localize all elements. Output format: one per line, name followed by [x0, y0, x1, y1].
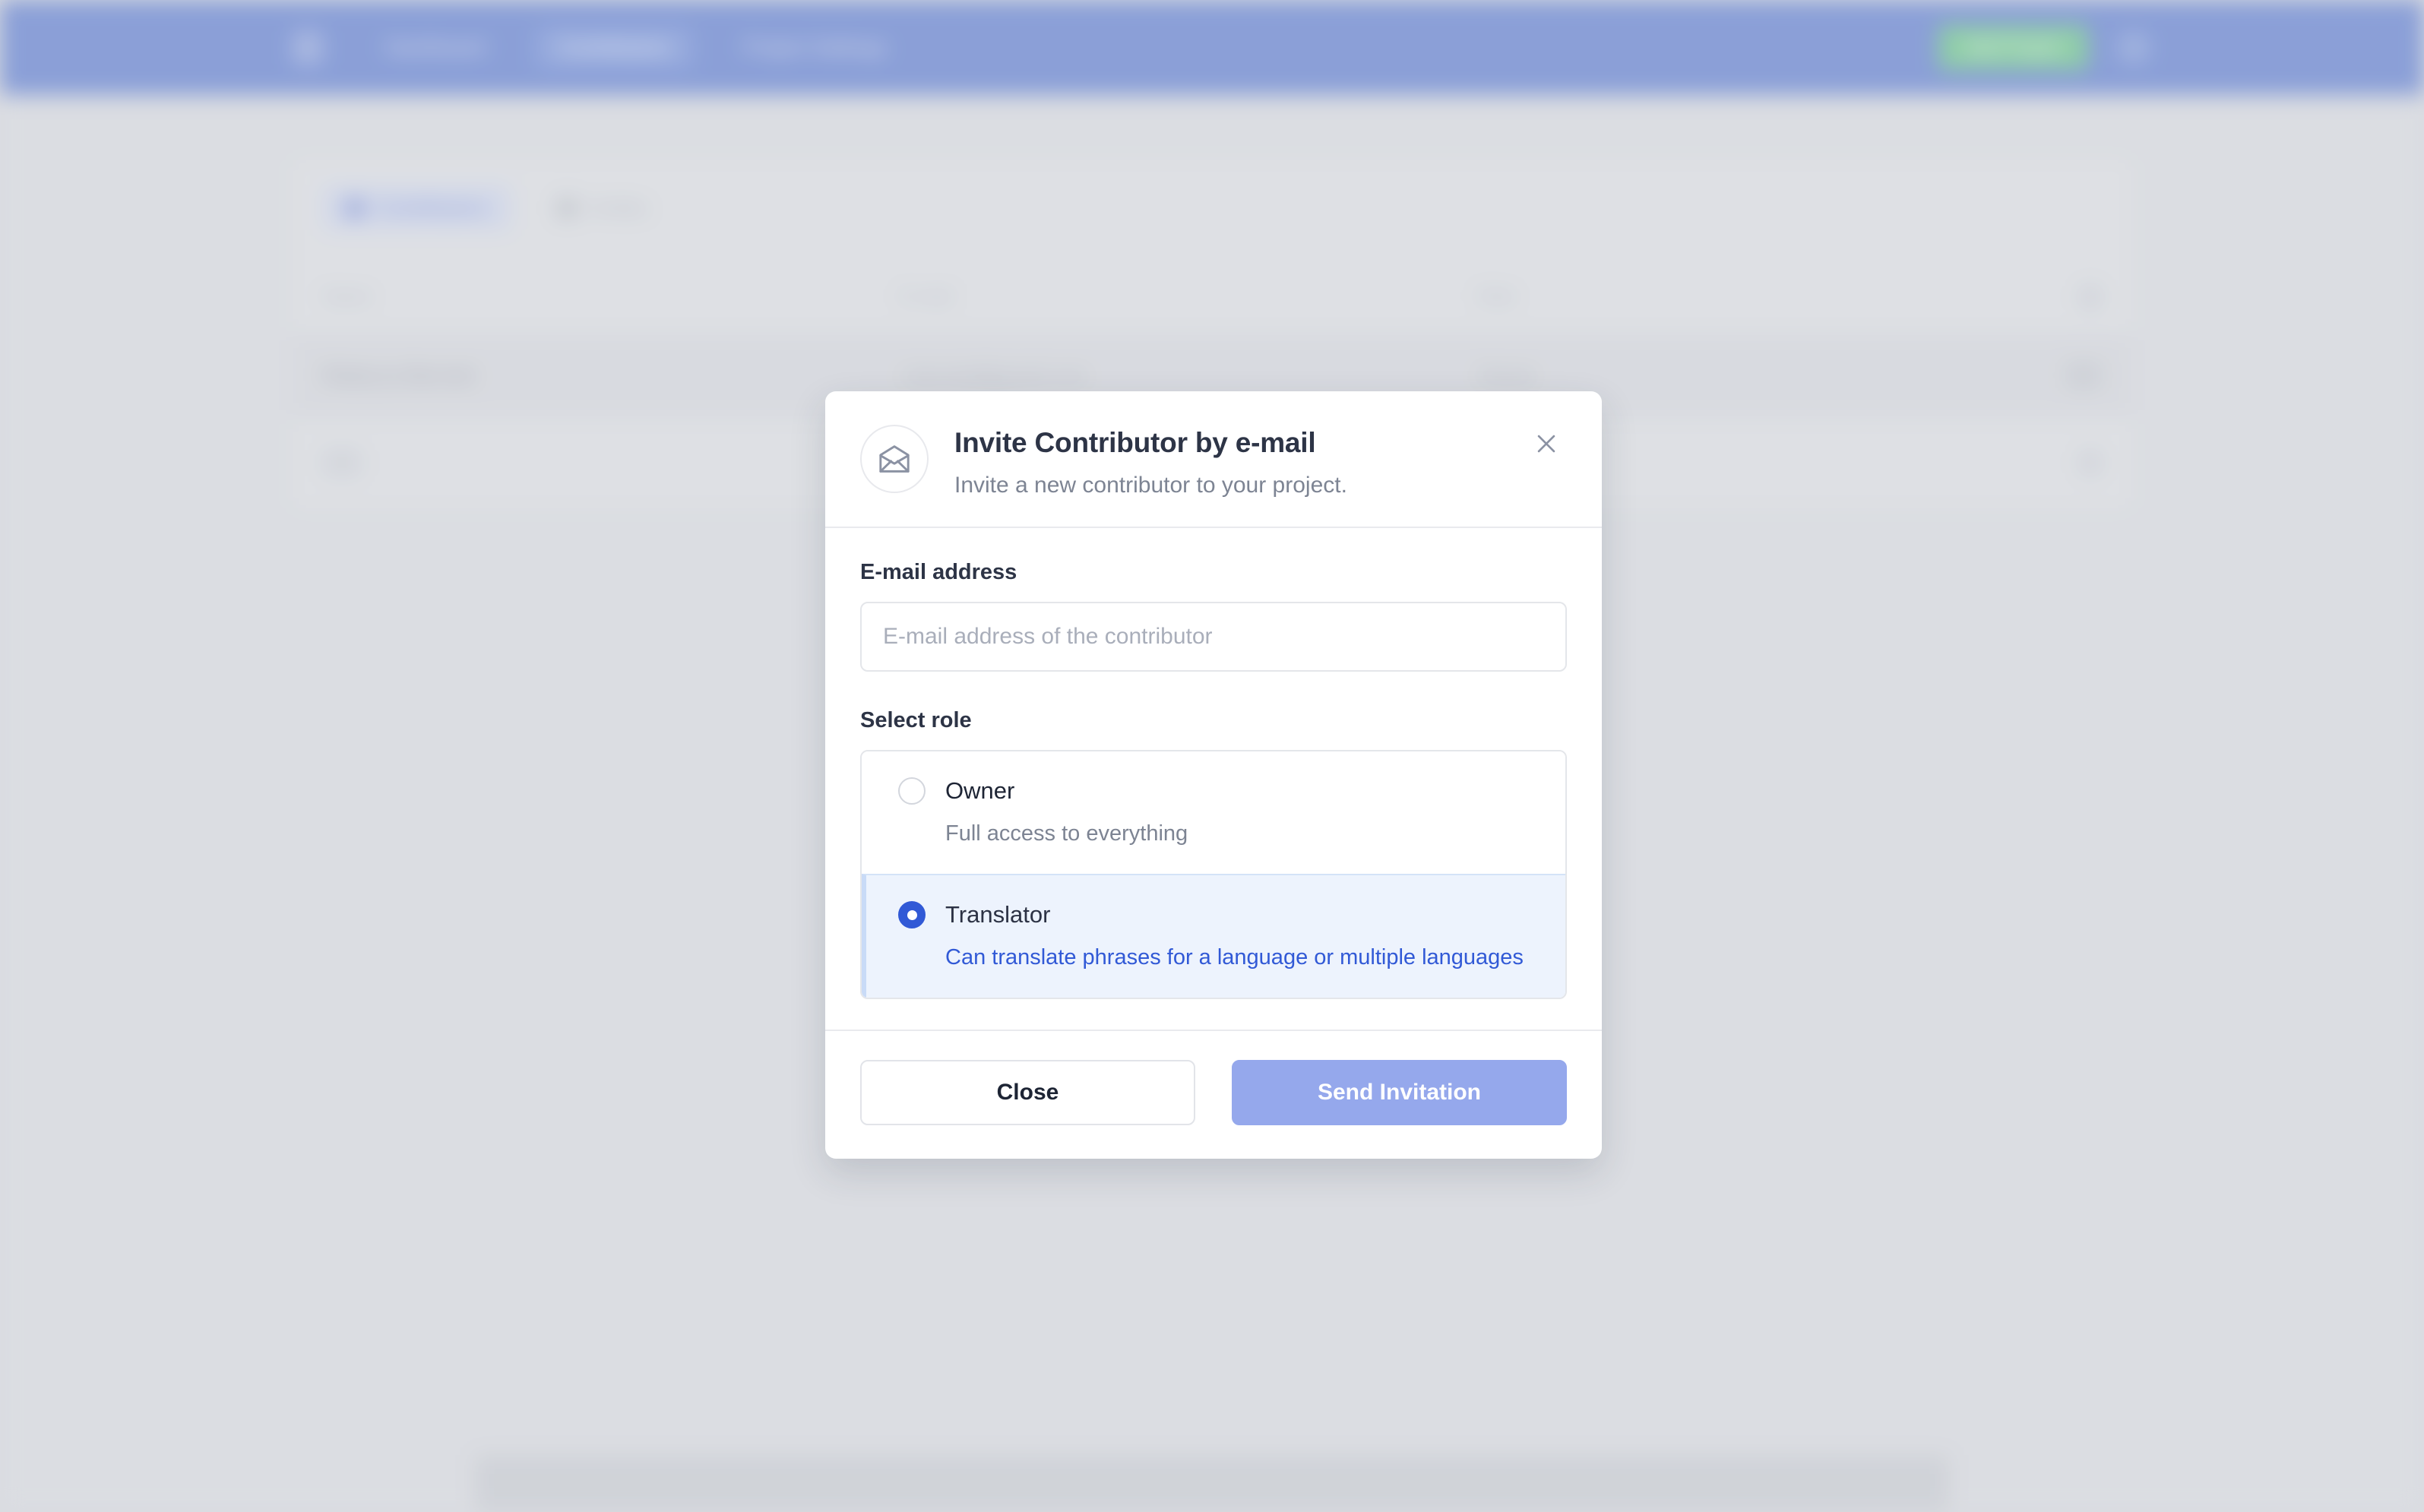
- modal-body: E-mail address Select role Owner Full ac…: [825, 528, 1602, 1030]
- radio-translator[interactable]: [898, 901, 926, 928]
- radio-owner[interactable]: [898, 777, 926, 805]
- role-translator-label: Translator: [945, 901, 1050, 928]
- modal-header-text: Invite Contributor by e-mail Invite a ne…: [954, 423, 1347, 498]
- select-role-label: Select role: [860, 708, 1567, 733]
- modal-header: Invite Contributor by e-mail Invite a ne…: [825, 391, 1602, 528]
- close-button[interactable]: Close: [860, 1060, 1195, 1125]
- email-field[interactable]: [860, 602, 1567, 672]
- role-translator-top: Translator: [898, 901, 1535, 928]
- role-owner-description: Full access to everything: [945, 821, 1535, 846]
- role-owner-top: Owner: [898, 777, 1535, 805]
- page-title: Invite Contributor by e-mail: [954, 428, 1347, 459]
- radio-translator-dot: [907, 910, 917, 920]
- modal-footer: Close Send Invitation: [825, 1030, 1602, 1159]
- close-icon[interactable]: [1524, 422, 1568, 466]
- role-radio-group: Owner Full access to everything Translat…: [860, 750, 1567, 1000]
- invite-contributor-modal: Invite Contributor by e-mail Invite a ne…: [825, 391, 1602, 1159]
- role-owner-label: Owner: [945, 777, 1014, 805]
- role-option-owner[interactable]: Owner Full access to everything: [862, 751, 1565, 874]
- send-invitation-button[interactable]: Send Invitation: [1232, 1060, 1567, 1125]
- role-translator-description: Can translate phrases for a language or …: [945, 945, 1535, 970]
- open-envelope-icon: [860, 425, 929, 493]
- email-field-label: E-mail address: [860, 560, 1567, 585]
- role-option-translator[interactable]: Translator Can translate phrases for a l…: [862, 874, 1565, 998]
- modal-subtitle: Invite a new contributor to your project…: [954, 473, 1347, 498]
